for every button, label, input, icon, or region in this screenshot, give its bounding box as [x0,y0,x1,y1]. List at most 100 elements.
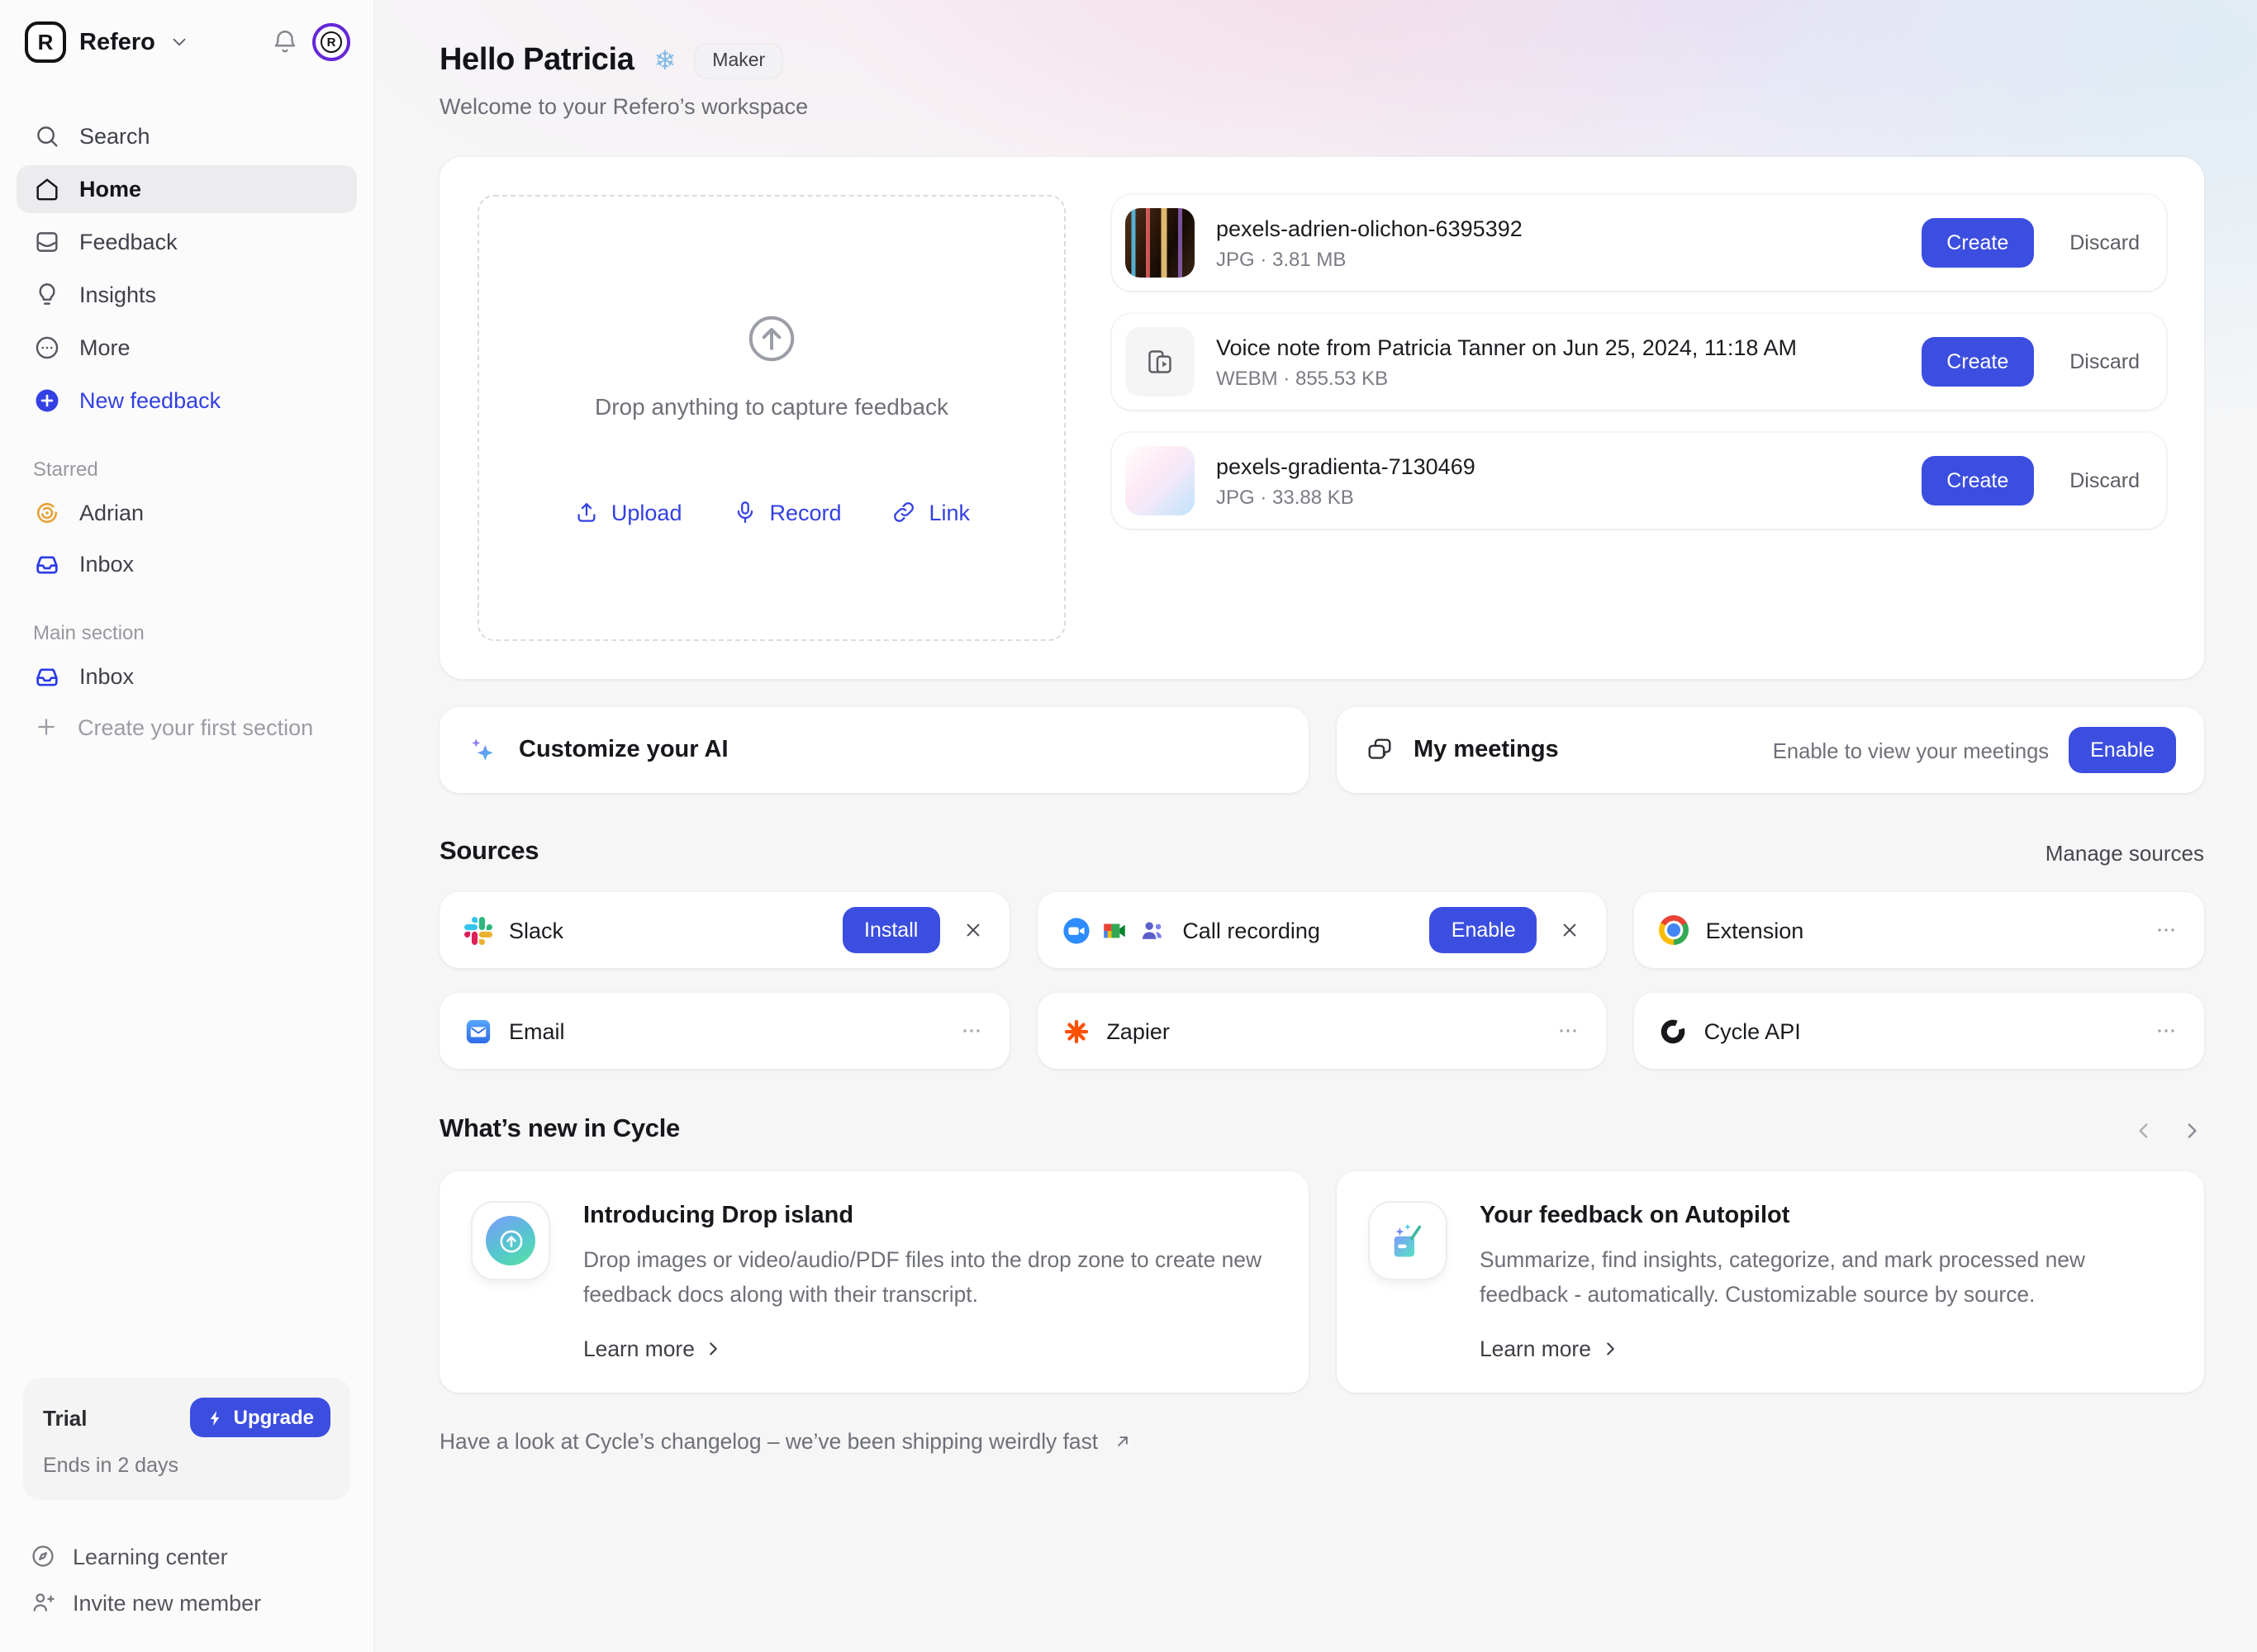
carousel-next-button[interactable] [2179,1118,2204,1142]
person-plus-icon [30,1589,56,1616]
main-section-list: Inbox Create your first section [0,653,373,750]
trial-ends: Ends in 2 days [43,1454,330,1477]
workspace-switcher[interactable]: R Refero R [0,21,373,63]
source-name: Slack [509,918,563,942]
sidebar-item-label: More [79,335,131,360]
page-header: Hello Patricia ❄ Maker [440,43,2204,79]
whats-new-title: What’s new in Cycle [440,1115,680,1145]
feedback-tray-icon [33,228,61,256]
sidebar-item-label: Feedback [79,230,178,254]
create-section-label: Create your first section [78,714,313,739]
enable-meetings-button[interactable]: Enable [2069,727,2176,773]
learn-more-link[interactable]: Learn more [583,1336,1275,1361]
discard-button[interactable]: Discard [2069,469,2140,492]
sidebar-item-home[interactable]: Home [17,165,357,213]
whats-new-cards: Introducing Drop island Drop images or v… [440,1171,2204,1393]
sources-grid: Slack Install Call recording Enable [440,892,2204,1069]
file-meta: JPG · 33.88 KB [1216,485,1475,508]
carousel-prev-button[interactable] [2131,1118,2156,1142]
autopilot-icon [1369,1203,1445,1279]
learning-center-link[interactable]: Learning center [20,1533,354,1579]
file-meta: WEBM · 855.53 KB [1216,366,1797,389]
upload-circle-icon [744,311,800,367]
email-menu-button[interactable] [957,1018,984,1044]
create-button[interactable]: Create [1922,456,2033,506]
extension-menu-button[interactable] [2153,917,2179,943]
record-button[interactable]: Record [731,499,841,525]
upload-label: Upload [611,500,682,525]
enable-call-recording-button[interactable]: Enable [1430,907,1537,953]
dropzone[interactable]: Drop anything to capture feedback Upload… [478,195,1066,641]
file-thumbnail [1125,208,1195,278]
learn-more-label: Learn more [1480,1336,1591,1361]
manage-sources-link[interactable]: Manage sources [2046,840,2204,865]
sidebar-item-inbox-main[interactable]: Inbox [17,653,357,700]
upgrade-button[interactable]: Upgrade [191,1398,330,1437]
starred-item-label: Inbox [79,552,134,577]
file-name: Voice note from Patricia Tanner on Jun 2… [1216,335,1797,359]
ms-teams-icon [1138,916,1166,944]
create-section-button[interactable]: Create your first section [17,704,357,750]
target-rings-icon [33,499,61,527]
mic-icon [731,499,758,525]
source-name: Call recording [1182,918,1320,942]
changelog-text: Have a look at Cycle’s changelog – we’ve… [440,1429,1098,1454]
link-label: Link [929,500,971,525]
sidebar-item-insights[interactable]: Insights [17,271,357,319]
sidebar-item-adrian[interactable]: Adrian [17,489,357,537]
discard-button[interactable]: Discard [2069,231,2140,254]
changelog-link[interactable]: Have a look at Cycle’s changelog – we’ve… [440,1429,2204,1454]
bell-icon[interactable] [271,28,299,56]
file-row: pexels-gradienta-7130469 JPG · 33.88 KB … [1112,433,2166,529]
learn-more-link[interactable]: Learn more [1480,1336,2171,1361]
dismiss-call-recording-button[interactable] [1559,919,1582,942]
ellipsis-icon [2153,917,2179,943]
file-thumbnail [1125,446,1195,515]
file-row: pexels-adrien-olichon-6395392 JPG · 3.81… [1112,195,2166,291]
plus-icon [33,714,59,740]
page-subtitle: Welcome to your Refero’s workspace [440,94,2204,119]
sidebar-item-feedback[interactable]: Feedback [17,218,357,266]
main-area: Hello Patricia ❄ Maker Welcome to your R… [375,0,2257,1652]
trial-card: Trial Upgrade Ends in 2 days [23,1378,350,1500]
bolt-icon [207,1408,226,1427]
app-window: R Refero R Search Home Feedback Insight [0,0,2257,1652]
invite-member-link[interactable]: Invite new member [20,1579,354,1626]
sidebar-item-inbox-starred[interactable]: Inbox [17,540,357,588]
file-name: pexels-gradienta-7130469 [1216,453,1475,478]
install-slack-button[interactable]: Install [843,907,939,953]
lightbulb-icon [33,281,61,309]
user-avatar[interactable]: R [312,23,350,61]
dismiss-slack-button[interactable] [961,919,984,942]
home-icon [33,175,61,203]
upload-button[interactable]: Upload [573,499,682,525]
invite-member-label: Invite new member [73,1590,261,1615]
customize-ai-label: Customize your AI [519,737,729,763]
ellipsis-icon [1556,1018,1582,1044]
main-section-label: Main section [0,608,373,653]
discard-button[interactable]: Discard [2069,350,2140,373]
capture-card: Drop anything to capture feedback Upload… [440,157,2204,679]
sidebar-item-label: Search [79,124,150,149]
search-icon [33,122,61,150]
meetings-bubbles-icon [1364,735,1394,765]
sidebar-item-more[interactable]: More [17,324,357,372]
sidebar-item-search[interactable]: Search [17,112,357,160]
arrow-up-circle-icon [497,1227,525,1255]
upload-icon [573,499,600,525]
source-card-cycle-api: Cycle API [1635,993,2204,1069]
news-body: Drop images or video/audio/PDF files int… [583,1244,1275,1312]
file-row: Voice note from Patricia Tanner on Jun 2… [1112,314,2166,410]
source-card-slack: Slack Install [440,892,1009,968]
upgrade-label: Upgrade [234,1406,314,1429]
link-button[interactable]: Link [891,499,971,525]
create-button[interactable]: Create [1922,218,2033,268]
cycle-api-menu-button[interactable] [2153,1018,2179,1044]
create-button[interactable]: Create [1922,337,2033,387]
ellipsis-icon [2153,1018,2179,1044]
customize-ai-card[interactable]: Customize your AI [440,707,1308,793]
source-name: Email [509,1018,565,1043]
new-feedback-button[interactable]: New feedback [17,377,357,425]
inbox-icon [33,550,61,578]
zapier-menu-button[interactable] [1556,1018,1582,1044]
